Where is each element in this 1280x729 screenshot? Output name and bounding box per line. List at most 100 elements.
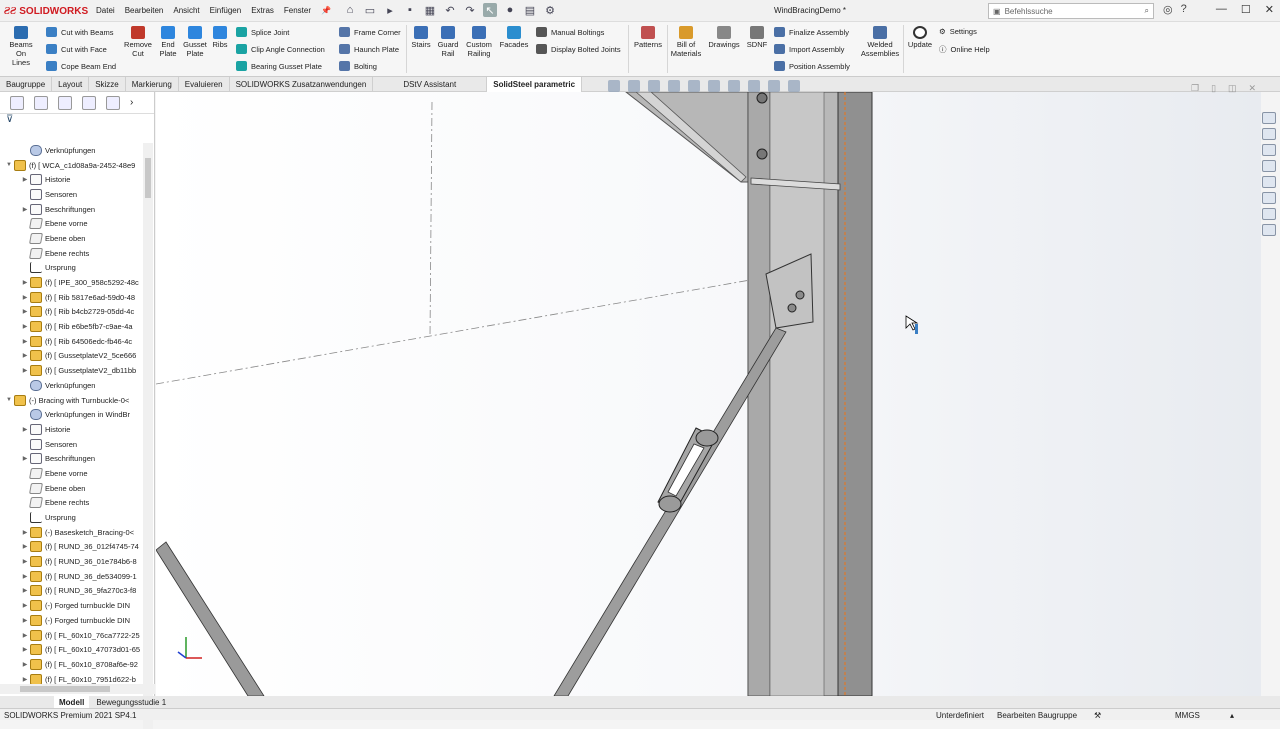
manual-boltings-button[interactable]: Manual Boltings: [536, 27, 604, 37]
pin-icon[interactable]: 📌: [321, 6, 331, 15]
property-manager-icon[interactable]: [34, 95, 48, 110]
cut-with-beams-button[interactable]: Cut with Beams: [46, 27, 114, 37]
tree-item[interactable]: Verknüpfungen: [0, 143, 142, 158]
redo-icon[interactable]: ↷: [463, 3, 477, 17]
tab-layout[interactable]: Layout: [52, 77, 90, 92]
tab-skizze[interactable]: Skizze: [89, 77, 126, 92]
expand-arrow-icon[interactable]: ▶: [20, 367, 30, 374]
tree-item[interactable]: ▼ (-) Bracing with Turnbuckle-0<: [0, 393, 142, 408]
status-dropdown-icon[interactable]: ▴: [1230, 711, 1234, 720]
previous-view-icon[interactable]: [648, 80, 660, 92]
tree-item[interactable]: ▶ Beschriftungen: [0, 202, 142, 217]
tree-item[interactable]: Ursprung: [0, 261, 142, 276]
tree-item[interactable]: ▶ (f) [ GussetplateV2_db11bb: [0, 363, 142, 378]
sdnf-button[interactable]: SDNF: [745, 26, 769, 49]
tree-item[interactable]: ▶ (f) [ IPE_300_958c5292-48c: [0, 275, 142, 290]
beams-on-lines-button[interactable]: Beams On Lines: [6, 26, 36, 67]
save-icon[interactable]: ▪: [403, 3, 417, 17]
tree-item[interactable]: Ebene rechts: [0, 246, 142, 261]
tree-item[interactable]: ▶ (f) [ GussetplateV2_5ce666: [0, 349, 142, 364]
dimxpert-icon[interactable]: [82, 95, 96, 110]
expand-arrow-icon[interactable]: ▶: [20, 176, 30, 183]
design-library-icon[interactable]: [1262, 128, 1276, 140]
bill-of-materials-button[interactable]: Bill of Materials: [669, 26, 703, 58]
tree-horizontal-scrollbar[interactable]: [0, 684, 155, 694]
minimize-icon[interactable]: —: [1216, 3, 1227, 16]
tree-item[interactable]: ▶ (f) [ FL_60x10_8708af6e-92: [0, 657, 142, 672]
update-button[interactable]: Update: [906, 26, 934, 49]
solidworks-resources-icon[interactable]: [1262, 112, 1276, 124]
tree-item[interactable]: ▶ (f) [ RUND_36_012f4745-74: [0, 540, 142, 555]
cope-beam-end-button[interactable]: Cope Beam End: [46, 61, 116, 71]
tree-item[interactable]: Ebene oben: [0, 481, 142, 496]
custom-properties-icon[interactable]: [1262, 192, 1276, 204]
expand-arrow-icon[interactable]: ▶: [20, 308, 30, 315]
zoom-fit-icon[interactable]: [608, 80, 620, 92]
expand-arrow-icon[interactable]: ▶: [20, 587, 30, 594]
drawings-button[interactable]: Drawings: [706, 26, 742, 49]
tree-item[interactable]: ▶ Historie: [0, 422, 142, 437]
expand-arrow-icon[interactable]: ▶: [20, 455, 30, 462]
scrollbar-thumb[interactable]: [145, 158, 151, 198]
end-plate-button[interactable]: End Plate: [156, 26, 180, 58]
expand-arrow-icon[interactable]: ▶: [20, 426, 30, 433]
user-icon[interactable]: ◎: [1163, 3, 1173, 16]
cut-with-face-button[interactable]: Cut with Face: [46, 44, 107, 54]
file-explorer-icon[interactable]: [1262, 144, 1276, 156]
solidworks-logo[interactable]: ƧƧ SOLIDWORKS: [4, 4, 88, 18]
zoom-area-icon[interactable]: [628, 80, 640, 92]
appearance-icon[interactable]: [748, 80, 760, 92]
tree-item[interactable]: ▶ (f) [ FL_60x10_76ca7722-25: [0, 628, 142, 643]
view-settings-icon[interactable]: [788, 80, 800, 92]
filter-icon[interactable]: ⊽: [0, 114, 154, 128]
section-view-icon[interactable]: [668, 80, 680, 92]
expand-arrow-icon[interactable]: ▶: [20, 323, 30, 330]
maximize-view-icon[interactable]: ◫: [1228, 83, 1237, 94]
solidsteel-icon[interactable]: [1262, 208, 1276, 220]
online-help-button[interactable]: ⓘ Online Help: [939, 44, 990, 55]
tree-item[interactable]: ▶ (f) [ RUND_36_de534099-1: [0, 569, 142, 584]
tab-modell[interactable]: Modell: [54, 696, 90, 708]
tree-item[interactable]: Verknüpfungen in WindBr: [0, 407, 142, 422]
clip-angle-connection-button[interactable]: Clip Angle Connection: [236, 44, 325, 54]
expand-arrow-icon[interactable]: ▶: [20, 602, 30, 609]
expand-arrow-icon[interactable]: ▶: [20, 206, 30, 213]
gusset-plate-button[interactable]: Gusset Plate: [181, 26, 209, 58]
traffic-light-icon[interactable]: ●: [503, 3, 517, 17]
tree-item[interactable]: ▶ (f) [ Rib b4cb2729-05dd-4c: [0, 305, 142, 320]
tree-item[interactable]: ▼ (f) [ WCA_c1d08a9a-2452-48e9: [0, 158, 142, 173]
menu-datei[interactable]: Datei: [96, 6, 115, 15]
tab-evaluieren[interactable]: Evaluieren: [179, 77, 230, 92]
tree-item[interactable]: Verknüpfungen: [0, 378, 142, 393]
tree-item[interactable]: ▶ (-) Basesketch_Bracing-0<: [0, 525, 142, 540]
stairs-button[interactable]: Stairs: [410, 26, 432, 49]
command-search[interactable]: ▣ Befehlssuche ⌕: [988, 3, 1154, 19]
expand-arrow-icon[interactable]: ▶: [20, 543, 30, 550]
tree-item[interactable]: Ebene vorne: [0, 216, 142, 231]
tab-baugruppe[interactable]: Baugruppe: [0, 77, 53, 92]
scene-icon[interactable]: [768, 80, 780, 92]
menu-bearbeiten[interactable]: Bearbeiten: [125, 6, 164, 15]
expand-arrow-icon[interactable]: ▶: [20, 294, 30, 301]
expand-arrow-icon[interactable]: ▶: [20, 529, 30, 536]
select-icon[interactable]: ↖: [483, 3, 497, 17]
tree-item[interactable]: Ebene oben: [0, 231, 142, 246]
splice-joint-button[interactable]: Splice Joint: [236, 27, 289, 37]
display-style-icon[interactable]: [708, 80, 720, 92]
hide-show-icon[interactable]: [728, 80, 740, 92]
tab-markierung[interactable]: Markierung: [126, 77, 179, 92]
menu-fenster[interactable]: Fenster: [284, 6, 311, 15]
file-properties-icon[interactable]: ▤: [523, 3, 537, 17]
appearances-icon[interactable]: [1262, 176, 1276, 188]
feature-manager-icon[interactable]: [10, 95, 24, 110]
tab-dstv-assistant[interactable]: DStV Assistant: [373, 77, 488, 92]
expand-arrow-icon[interactable]: ▶: [20, 573, 30, 580]
collapse-arrow-icon[interactable]: ▼: [4, 162, 14, 168]
tree-item[interactable]: ▶ (f) [ RUND_36_9fa270c3-f8: [0, 584, 142, 599]
tree-item[interactable]: Ursprung: [0, 510, 142, 525]
new-document-icon[interactable]: ▭: [363, 3, 377, 17]
tree-vertical-scrollbar[interactable]: [143, 143, 153, 729]
expand-arrow-icon[interactable]: ▶: [20, 279, 30, 286]
bolting-button[interactable]: Bolting: [339, 61, 377, 71]
print-icon[interactable]: ▦: [423, 3, 437, 17]
